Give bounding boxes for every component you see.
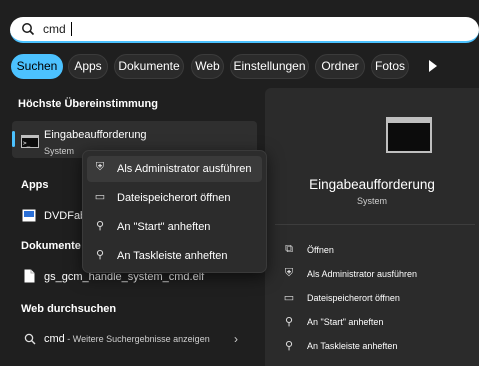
tab-apps[interactable]: Apps	[68, 54, 108, 79]
open-external-icon: ⧉	[285, 243, 293, 255]
context-pin-start[interactable]: ⚲ An "Start" anheften	[87, 214, 262, 240]
tab-ordner[interactable]: Ordner	[315, 54, 365, 79]
web-search-suffix: - Weitere Suchergebnisse anzeigen	[64, 334, 210, 344]
context-run-as-admin[interactable]: ⛨ Als Administrator ausführen	[87, 156, 262, 182]
action-pin-start[interactable]: ⚲ An "Start" anheften	[278, 312, 473, 332]
best-match-title: Eingabeaufforderung	[44, 129, 147, 141]
context-run-as-admin-label: Als Administrator ausführen	[117, 163, 252, 175]
web-search-query: cmd	[44, 333, 65, 345]
action-pin-taskbar[interactable]: ⚲ An Taskleiste anheften	[278, 336, 473, 356]
context-pin-taskbar[interactable]: ⚲ An Taskleiste anheften	[87, 243, 262, 269]
action-run-as-admin[interactable]: ⛨ Als Administrator ausführen	[278, 264, 473, 284]
action-open-label: Öffnen	[307, 245, 334, 255]
command-prompt-icon: >_	[21, 135, 39, 148]
best-match-header: Höchste Übereinstimmung	[18, 98, 158, 110]
action-open-file-location[interactable]: ▭ Dateispeicherort öffnen	[278, 288, 473, 308]
svg-text:>_: >_	[23, 140, 31, 147]
tab-einstellungen[interactable]: Einstellungen	[230, 54, 309, 79]
command-prompt-large-icon	[386, 117, 432, 153]
search-icon	[22, 23, 35, 36]
action-open[interactable]: ⧉ Öffnen	[278, 240, 473, 260]
apps-header: Apps	[21, 179, 49, 191]
context-pin-start-label: An "Start" anheften	[117, 221, 211, 233]
context-menu: ⛨ Als Administrator ausführen ▭ Dateispe…	[82, 150, 267, 273]
detail-subtitle: System	[356, 196, 387, 206]
action-pin-taskbar-label: An Taskleiste anheften	[307, 341, 398, 351]
web-search-header: Web durchsuchen	[21, 303, 117, 315]
detail-title: Eingabeaufforderung	[309, 177, 435, 192]
search-box[interactable]: cmd	[10, 17, 479, 43]
shield-window-icon: ⛨	[95, 161, 105, 173]
context-pin-taskbar-label: An Taskleiste anheften	[117, 250, 228, 262]
search-input[interactable]: cmd	[43, 22, 66, 36]
best-match-subtitle: System	[44, 146, 75, 156]
app-result-label: DVDFab	[44, 210, 87, 222]
tab-suchen[interactable]: Suchen	[11, 54, 63, 79]
dvdfab-icon	[22, 209, 36, 222]
shield-window-icon: ⛨	[284, 267, 294, 279]
documents-header: Dokumente	[21, 240, 81, 252]
pin-icon: ⚲	[95, 249, 105, 261]
detail-divider	[275, 224, 475, 225]
file-icon	[24, 269, 35, 283]
folder-icon: ▭	[283, 292, 295, 304]
action-pin-start-label: An "Start" anheften	[307, 317, 384, 327]
context-open-file-location-label: Dateispeicherort öffnen	[117, 192, 231, 204]
folder-icon: ▭	[94, 191, 106, 203]
selection-indicator	[12, 131, 15, 147]
tab-web[interactable]: Web	[191, 54, 224, 79]
tab-fotos[interactable]: Fotos	[371, 54, 409, 79]
tab-dokumente[interactable]: Dokumente	[114, 54, 184, 79]
pin-icon: ⚲	[284, 340, 294, 352]
text-caret	[71, 22, 72, 36]
web-search-item[interactable]: cmd - Weitere Suchergebnisse anzeigen ›	[12, 328, 257, 352]
action-run-as-admin-label: Als Administrator ausführen	[307, 269, 418, 279]
pin-icon: ⚲	[284, 316, 294, 328]
play-more-icon[interactable]	[425, 57, 441, 75]
context-open-file-location[interactable]: ▭ Dateispeicherort öffnen	[87, 185, 262, 211]
action-open-file-location-label: Dateispeicherort öffnen	[307, 293, 400, 303]
search-icon	[24, 333, 36, 345]
chevron-right-icon[interactable]: ›	[234, 332, 238, 346]
pin-icon: ⚲	[95, 220, 105, 232]
